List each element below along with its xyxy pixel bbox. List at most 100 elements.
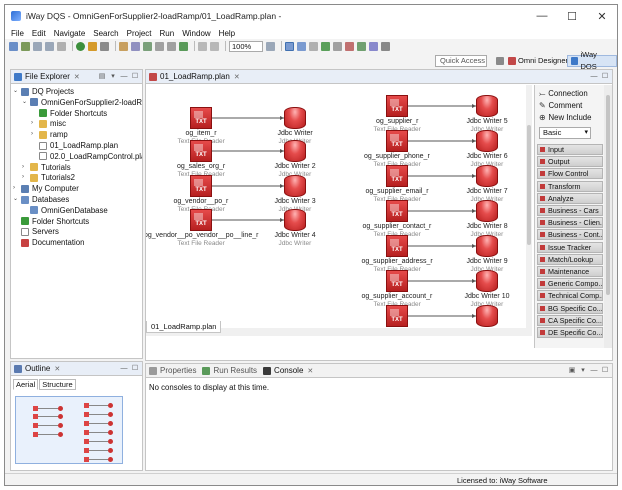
close-icon[interactable]: ✕ (54, 365, 60, 373)
menu-search[interactable]: Search (93, 29, 118, 38)
tree-item[interactable]: ⌄ Databases (13, 194, 69, 205)
menu-project[interactable]: Project (127, 29, 152, 38)
menu-run[interactable]: Run (160, 29, 175, 38)
expand-toggle-icon[interactable]: › (22, 172, 30, 183)
nav-forward-icon[interactable] (167, 41, 176, 51)
tree-item[interactable]: › My Computer (13, 183, 79, 194)
expand-toggle-icon[interactable]: › (13, 183, 21, 194)
export-icon[interactable] (179, 41, 188, 51)
connect-icon[interactable] (357, 41, 366, 51)
link-icon[interactable] (143, 41, 152, 51)
debug-icon[interactable] (88, 41, 97, 51)
redo-icon[interactable] (210, 41, 219, 51)
palette-category[interactable]: Business - Cont... (537, 229, 603, 241)
palette-scrollbar[interactable] (604, 85, 612, 348)
plan-canvas[interactable]: TXTog_item_rText File ReaderTXTog_sales_… (146, 85, 526, 328)
expand-toggle-icon[interactable]: › (31, 118, 39, 129)
collapse-icon[interactable]: ▤ (98, 73, 106, 81)
expand-toggle-icon[interactable]: › (22, 162, 30, 173)
tab-console[interactable]: Console (274, 366, 303, 375)
expand-toggle-icon[interactable]: ⌄ (13, 86, 21, 97)
edit-icon[interactable] (119, 41, 128, 51)
tree-item[interactable]: › misc (31, 118, 66, 129)
outline-tab[interactable]: Outline ✕ — ☐ (11, 362, 142, 376)
db-icon[interactable] (369, 41, 378, 51)
maximize-view-icon[interactable]: ☐ (131, 365, 139, 373)
close-button[interactable]: ✕ (587, 5, 617, 27)
zoom-in-icon[interactable] (266, 41, 275, 51)
close-icon[interactable]: ✕ (307, 367, 313, 375)
save-icon[interactable] (33, 41, 42, 51)
perspective-omni-designer[interactable]: Omni Designer (505, 55, 571, 67)
palette-category[interactable]: Output (537, 156, 603, 168)
minimize-view-icon[interactable]: — (590, 73, 598, 81)
quick-access-input[interactable]: Quick Access (435, 55, 487, 67)
palette-set-select[interactable]: Basic (539, 127, 591, 139)
palette-category[interactable]: Business - Clien... (537, 217, 603, 229)
snap-icon[interactable] (297, 41, 306, 51)
tree-item[interactable]: ⌄ OmniGenForSupplier2-loadRamp (22, 97, 142, 108)
canvas-vertical-scrollbar[interactable] (526, 85, 532, 328)
palette-connection[interactable]: ⤚ Connection (539, 88, 588, 100)
palette-category[interactable]: Input (537, 144, 603, 155)
tree-item[interactable]: OmniGenDatabase (22, 205, 108, 216)
palette-category[interactable]: Issue Tracker (537, 241, 603, 253)
minimize-view-icon[interactable]: — (120, 365, 128, 373)
run-icon[interactable] (76, 41, 85, 51)
menu-file[interactable]: File (11, 29, 24, 38)
grid-icon[interactable] (285, 41, 294, 51)
expand-toggle-icon[interactable]: › (31, 129, 39, 140)
palette-comment[interactable]: ✎ Comment (539, 100, 582, 112)
perspective-iway-dqs[interactable]: iWay DQS (567, 50, 617, 71)
menu-navigate[interactable]: Navigate (54, 29, 86, 38)
align-icon[interactable] (333, 41, 342, 51)
print-icon[interactable] (57, 41, 66, 51)
layout-icon[interactable] (345, 41, 354, 51)
validate-icon[interactable] (321, 41, 330, 51)
palette-category[interactable]: Maintenance (537, 266, 603, 277)
palette-category[interactable]: Match/Lookup (537, 253, 603, 265)
tree-item[interactable]: › ramp (31, 129, 68, 140)
palette-new-include[interactable]: ⊕ New Include (539, 112, 591, 124)
maximize-button[interactable]: ☐ (557, 5, 587, 27)
expand-toggle-icon[interactable]: ⌄ (13, 194, 21, 205)
open-console-icon[interactable]: ▣ (568, 367, 576, 375)
maximize-view-icon[interactable]: ☐ (131, 73, 139, 81)
tab-run-results[interactable]: Run Results (213, 366, 257, 375)
zoom-icon[interactable] (309, 41, 318, 51)
close-icon[interactable]: ✕ (234, 73, 240, 81)
maximize-view-icon[interactable]: ☐ (601, 73, 609, 81)
new-icon[interactable] (9, 41, 18, 51)
menu-edit[interactable]: Edit (32, 29, 46, 38)
palette-category[interactable]: Flow Control (537, 168, 603, 180)
tree-item[interactable]: Servers (13, 226, 59, 237)
tree-item[interactable]: › Tutorials (22, 162, 71, 173)
zoom-select[interactable]: 100% (229, 40, 263, 52)
outline-aerial-map[interactable] (15, 396, 123, 464)
settings-icon[interactable] (381, 41, 390, 51)
palette-category[interactable]: Transform (537, 180, 603, 192)
palette-category[interactable]: DE Specific Co... (537, 327, 603, 338)
tree-item[interactable]: › Tutorials2 (22, 172, 75, 183)
file-explorer-tab[interactable]: File Explorer ✕ ▤ ▾ — ☐ (11, 70, 142, 84)
editor-tab[interactable]: 01_LoadRamp.plan ✕ — ☐ (146, 70, 612, 84)
tree-item[interactable]: 01_LoadRamp.plan (31, 140, 118, 151)
maximize-view-icon[interactable]: ☐ (601, 367, 609, 375)
tab-structure[interactable]: Structure (39, 379, 76, 390)
tree-item[interactable]: Folder Shortcuts (31, 108, 107, 119)
nav-back-icon[interactable] (155, 41, 164, 51)
menu-help[interactable]: Help (219, 29, 235, 38)
save-all-icon[interactable] (45, 41, 54, 51)
minimize-view-icon[interactable]: — (120, 73, 128, 81)
plan-bottom-tab[interactable]: 01_LoadRamp.plan (146, 321, 222, 333)
palette-category[interactable]: Generic Compo... (537, 278, 603, 290)
palette-category[interactable]: Analyze (537, 192, 603, 204)
tab-properties[interactable]: Properties (160, 366, 196, 375)
open-icon[interactable] (21, 41, 30, 51)
tree-item[interactable]: 02.0_LoadRampControl.plan (31, 151, 142, 162)
view-menu-icon[interactable]: ▾ (579, 367, 587, 375)
tree-item[interactable]: Folder Shortcuts (13, 216, 89, 227)
tree-item[interactable]: Documentation (13, 237, 84, 248)
minimize-view-icon[interactable]: — (590, 367, 598, 375)
palette-category[interactable]: BG Specific Co... (537, 302, 603, 314)
